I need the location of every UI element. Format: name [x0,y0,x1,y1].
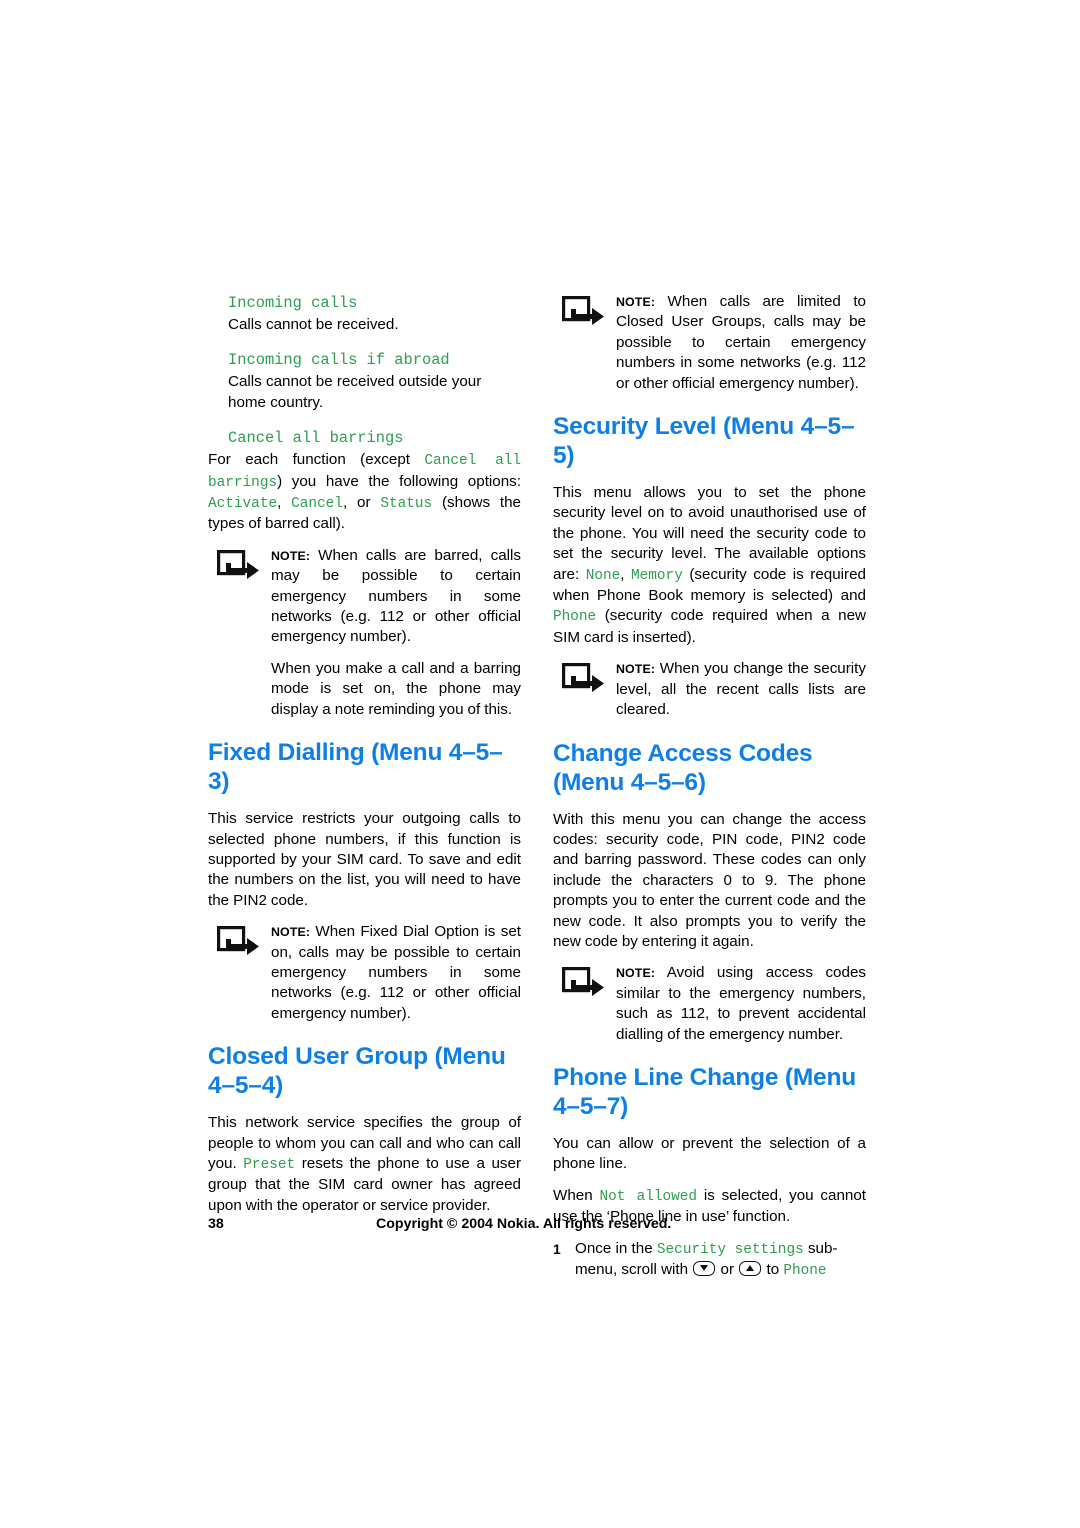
barring-options-paragraph: For each function (except Cancel all bar… [208,450,521,535]
heading-phone-line-change: Phone Line Change (Menu 4–5–7) [553,1063,857,1120]
heading-change-access-codes: Change Access Codes (Menu 4–5–6) [553,739,813,796]
subheading-cancel-all-barrings: Cancel all barrings [228,429,404,448]
incoming-calls-description: Calls cannot be received. [228,316,399,333]
note-arrow-icon [217,549,261,580]
code-preset: Preset [243,1156,296,1173]
note-label: NOTE: [271,925,311,940]
list-item: 1 Once in the Security settings sub-menu… [553,1239,866,1282]
note-text: NOTE: Avoid using access codes similar t… [616,963,866,1045]
subheading-incoming-calls-if-abroad: Incoming calls if abroad [228,351,450,370]
text-fragment: ) you have the following options: [277,472,521,490]
subheading-incoming-calls: Incoming calls [228,294,358,312]
note-label: NOTE: [616,662,656,677]
note-text: NOTE: When calls are limited to Closed U… [616,292,866,394]
list-item-text: Once in the Security settings sub-menu, … [575,1239,866,1282]
incoming-calls-abroad-description: Calls cannot be received outside your ho… [228,373,482,411]
note-label: NOTE: [616,295,656,309]
note-text: NOTE: When calls are barred, calls may b… [271,546,521,720]
text-fragment: to [762,1261,784,1278]
closed-user-group-body: This network service specifies the group… [208,1113,521,1216]
note-arrow-icon [562,663,606,693]
note-paragraph: NOTE: When calls are limited to Closed U… [616,292,866,394]
security-level-body: This menu allows you to set the phone se… [553,483,866,648]
note-block-barred-calls: NOTE: When calls are barred, calls may b… [208,546,521,720]
text-fragment: (security code required when a new SIM c… [553,607,866,646]
code-not-allowed: Not allowed [599,1188,698,1205]
note-block-fixed-dial: NOTE: When Fixed Dial Option is set on, … [208,922,521,1024]
note-paragraph: NOTE: When calls are barred, calls may b… [271,546,521,648]
note-paragraph: NOTE: Avoid using access codes similar t… [616,963,866,1045]
fixed-dialling-body: This service restricts your outgoing cal… [208,810,521,909]
list-item-number: 1 [553,1240,561,1257]
text-fragment: When [553,1186,600,1204]
manual-page: Incoming calls Calls cannot be received.… [0,0,1080,1528]
heading-security-level: Security Level (Menu 4–5–5) [553,413,855,470]
text-fragment: , [620,565,632,583]
page-content: Incoming calls Calls cannot be received.… [208,292,866,1291]
note-paragraph: When you make a call and a barring mode … [271,659,521,718]
note-text: NOTE: When you change the security level… [616,659,866,720]
text-fragment: , [277,494,292,512]
note-label: NOTE: [616,966,656,981]
right-column: NOTE: When calls are limited to Closed U… [553,292,866,1291]
code-activate: Activate [208,496,278,513]
code-security-settings: Security settings [656,1241,804,1258]
text-fragment: , or [342,494,381,512]
note-block-security-level-change: NOTE: When you change the security level… [553,659,866,720]
page-number: 38 [208,1216,224,1232]
note-arrow-icon [562,967,606,997]
note-arrow-icon [562,296,606,326]
code-phone-option: Phone [783,1263,827,1279]
code-cancel: Cancel [291,496,343,513]
note-block-closed-user-groups: NOTE: When calls are limited to Closed U… [553,292,866,394]
scroll-down-key-icon [693,1261,716,1276]
heading-fixed-dialling: Fixed Dialling (Menu 4–5–3) [208,739,503,796]
left-column: Incoming calls Calls cannot be received.… [208,292,521,1291]
phone-line-body: You can allow or prevent the selection o… [553,1134,866,1173]
heading-closed-user-group: Closed User Group (Menu 4–5–4) [208,1043,506,1100]
note-block-avoid-emergency-codes: NOTE: Avoid using access codes similar t… [553,963,866,1045]
code-memory: Memory [631,567,683,584]
note-paragraph: NOTE: When you change the security level… [616,659,866,720]
copyright-notice: Copyright © 2004 Nokia. All rights reser… [376,1216,672,1232]
code-status: Status [380,496,433,513]
text-fragment: For each function (except [208,451,425,469]
note-label: NOTE: [271,548,311,563]
note-paragraph: NOTE: When Fixed Dial Option is set on, … [271,922,521,1024]
note-arrow-icon [217,926,261,956]
note-text: NOTE: When Fixed Dial Option is set on, … [271,922,521,1024]
code-none: None [585,567,621,584]
text-fragment: Once in the [575,1239,657,1257]
change-access-codes-body: With this menu you can change the access… [553,810,866,950]
code-phone: Phone [553,609,597,626]
text-fragment: or [716,1261,739,1278]
scroll-up-key-icon [739,1261,762,1276]
